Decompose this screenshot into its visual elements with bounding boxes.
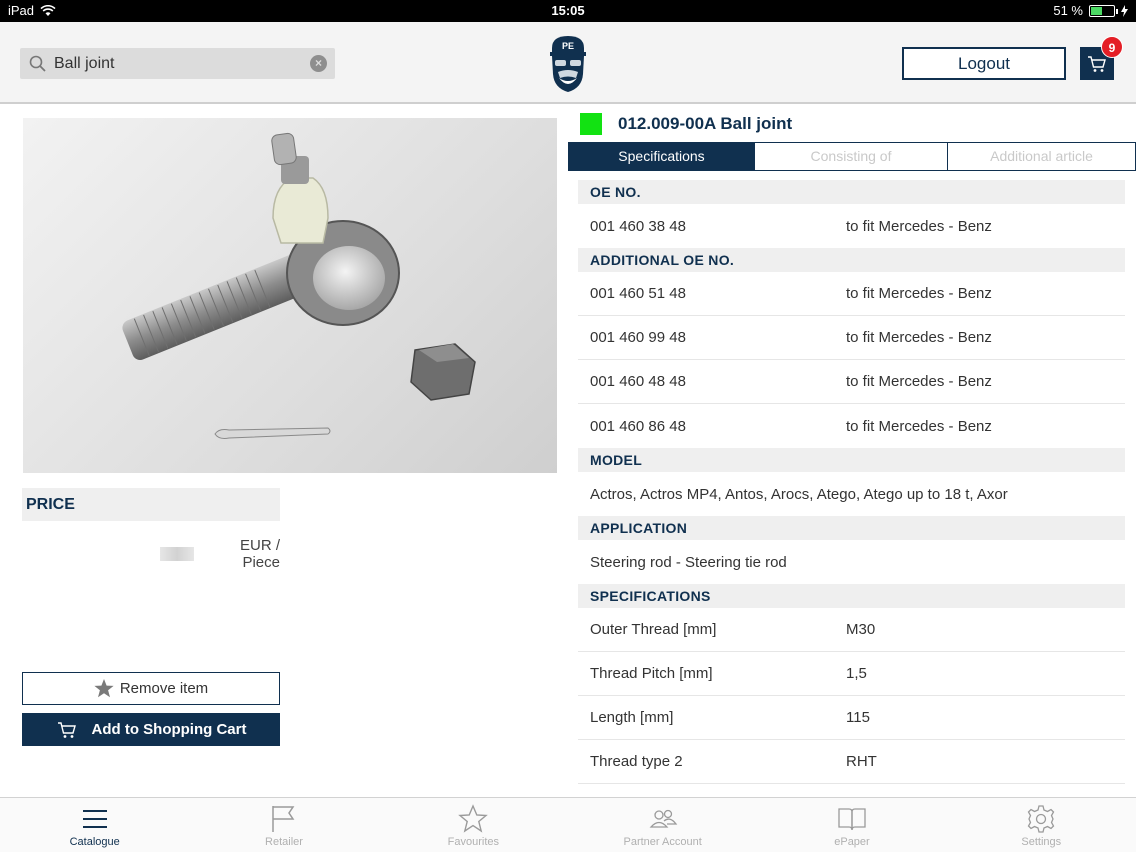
status-bar: iPad 15:05 51 %	[0, 0, 1136, 22]
remove-item-button[interactable]: Remove item	[22, 672, 280, 705]
tabbar-item-epaper[interactable]: ePaper	[757, 798, 946, 852]
tabbar-label: Retailer	[265, 836, 303, 848]
oe-fit: to fit Mercedes - Benz	[846, 217, 992, 235]
oe-fit: to fit Mercedes - Benz	[846, 417, 992, 435]
tab-specifications[interactable]: Specifications	[568, 142, 755, 171]
tabbar-item-retailer[interactable]: Retailer	[189, 798, 378, 852]
tabbar-label: Partner Account	[623, 836, 702, 848]
logout-button[interactable]: Logout	[902, 47, 1066, 80]
spec-name: Thread type 2	[590, 753, 683, 770]
search-icon	[29, 55, 46, 72]
remove-item-label: Remove item	[119, 680, 209, 697]
gear-icon	[1027, 805, 1055, 833]
cart-icon	[57, 721, 76, 738]
availability-indicator	[580, 113, 602, 135]
tabbar-item-catalogue[interactable]: Catalogue	[0, 798, 189, 852]
spec-row: Outer Thread [mm] M30	[578, 608, 1125, 652]
spec-value: RHT	[846, 753, 877, 770]
section-model: MODEL	[578, 448, 1125, 472]
section-specifications: SPECIFICATIONS	[578, 584, 1125, 608]
bottom-tab-bar: Catalogue Retailer Favourites Partner Ac…	[0, 797, 1136, 852]
star-icon	[458, 804, 489, 833]
price-value-blurred	[160, 547, 194, 561]
spec-row: Thread Pitch [mm] 1,5	[578, 652, 1125, 696]
add-to-cart-button[interactable]: Add to Shopping Cart	[22, 713, 280, 746]
spec-row: Thread type 2 RHT	[578, 740, 1125, 784]
battery-icon	[1089, 4, 1118, 17]
oe-number: 001 460 86 48	[590, 417, 686, 435]
application-text: Steering rod - Steering tie rod	[590, 553, 787, 571]
spec-value: M30	[846, 621, 876, 638]
spec-name: Thread Pitch [mm]	[590, 665, 713, 682]
product-title: 012.009-00A Ball joint	[618, 114, 793, 133]
tabbar-label: Catalogue	[69, 836, 120, 848]
brand-logo: PE	[550, 36, 586, 92]
oe-number: 001 460 51 48	[590, 285, 686, 302]
price-heading: PRICE	[22, 488, 280, 521]
section-additional-oe-no: ADDITIONAL OE NO.	[578, 248, 1125, 272]
additional-oe-row: 001 460 86 48 to fit Mercedes - Benz	[578, 404, 1125, 448]
oe-fit: to fit Mercedes - Benz	[846, 285, 992, 302]
add-to-cart-label: Add to Shopping Cart	[91, 721, 247, 738]
clock: 15:05	[551, 3, 585, 18]
star-filled-icon	[94, 679, 114, 698]
people-icon	[649, 809, 677, 828]
spec-name: Outer Thread [mm]	[590, 621, 717, 638]
detail-tabs: Specifications Consisting of Additional …	[568, 142, 1136, 171]
search-bar[interactable]: ×	[20, 48, 335, 79]
additional-oe-row: 001 460 51 48 to fit Mercedes - Benz	[578, 272, 1125, 316]
ball-joint-illustration	[122, 132, 476, 439]
spec-row: Length [mm] 115	[578, 696, 1125, 740]
tabbar-item-partner-account[interactable]: Partner Account	[568, 798, 757, 852]
oe-number: 001 460 38 48	[590, 217, 686, 235]
tabbar-item-settings[interactable]: Settings	[947, 798, 1136, 852]
flag-icon	[272, 806, 295, 832]
oe-fit: to fit Mercedes - Benz	[846, 373, 992, 390]
additional-oe-row: 001 460 48 48 to fit Mercedes - Benz	[578, 360, 1125, 404]
cart-icon	[1088, 55, 1106, 72]
spec-name: Length [mm]	[590, 709, 674, 726]
search-input[interactable]	[48, 54, 310, 73]
section-oe-no: OE NO.	[578, 180, 1125, 204]
price-unit: EUR / Piece	[239, 537, 280, 571]
battery-percent: 51 %	[1053, 3, 1083, 18]
tab-additional-article[interactable]: Additional article	[948, 142, 1136, 171]
oe-number: 001 460 48 48	[590, 373, 686, 390]
tabbar-label: ePaper	[834, 836, 870, 848]
tabbar-label: Favourites	[447, 836, 499, 848]
logo-text: PE	[562, 41, 574, 51]
book-icon	[838, 808, 866, 831]
product-image[interactable]	[23, 118, 557, 473]
oe-number: 001 460 99 48	[590, 329, 686, 346]
app-header: × PE Logout 9	[0, 22, 1136, 104]
spec-value: 115	[846, 709, 870, 726]
clear-search-icon[interactable]: ×	[310, 55, 327, 72]
price-line: EUR / Piece	[160, 537, 280, 571]
oe-row: 001 460 38 48 to fit Mercedes - Benz	[578, 204, 1125, 248]
oe-fit: to fit Mercedes - Benz	[846, 329, 992, 346]
tab-consisting-of[interactable]: Consisting of	[755, 142, 948, 171]
charging-bolt-icon	[1121, 4, 1128, 17]
model-text: Actros, Actros MP4, Antos, Arocs, Atego,…	[590, 485, 1008, 503]
spec-list: OE NO. 001 460 38 48 to fit Mercedes - B…	[578, 180, 1125, 784]
cart-count-badge: 9	[1101, 36, 1123, 58]
additional-oe-row: 001 460 99 48 to fit Mercedes - Benz	[578, 316, 1125, 360]
menu-icon	[82, 810, 107, 828]
tabbar-item-favourites[interactable]: Favourites	[379, 798, 568, 852]
tabbar-label: Settings	[1021, 836, 1062, 848]
spec-value: 1,5	[846, 665, 867, 682]
section-application: APPLICATION	[578, 516, 1125, 540]
product-title-row: 012.009-00A Ball joint	[580, 112, 792, 136]
